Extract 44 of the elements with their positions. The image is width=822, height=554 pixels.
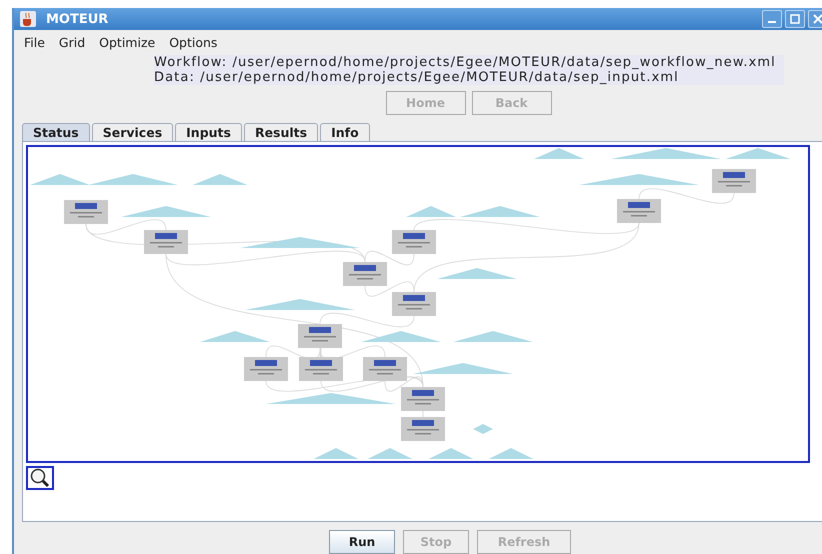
input-node (428, 448, 474, 459)
menu-item[interactable]: Optimize (99, 35, 156, 50)
minimize-icon (768, 21, 776, 23)
process-node (401, 387, 445, 411)
input-node (192, 174, 248, 185)
input-node (406, 206, 456, 217)
output-node (473, 424, 493, 434)
process-node (392, 292, 436, 316)
process-node (392, 230, 436, 254)
process-node (144, 230, 188, 254)
input-node (200, 331, 270, 342)
menu-item[interactable]: Grid (58, 35, 86, 50)
menu-item[interactable]: File (24, 35, 45, 50)
coffee-cup-icon (20, 11, 36, 27)
input-node (488, 448, 534, 459)
zoom-button[interactable] (26, 466, 54, 490)
input-node (314, 448, 358, 459)
data-path: Data: /user/epernod/home/projects/Egee/MOTEUR/data/sep_input.xml (154, 70, 680, 85)
input-node (368, 448, 412, 459)
action-button[interactable]: Run (329, 530, 395, 554)
input-node (726, 148, 790, 159)
process-node (64, 200, 108, 224)
process-node (244, 357, 288, 381)
menu-item[interactable]: Options (169, 35, 218, 50)
process-node (401, 417, 445, 441)
tab[interactable]: Info (320, 123, 370, 141)
tab[interactable]: Status (22, 123, 90, 141)
process-node (298, 324, 342, 348)
workflow-path: Workflow: /user/epernod/home/projects/Egee/MOTEUR/data/sep_workflow_new.xml (154, 55, 777, 70)
close-button[interactable] (808, 10, 822, 28)
close-icon (812, 13, 822, 25)
tab[interactable]: Services (92, 123, 174, 141)
tab[interactable]: Results (244, 123, 318, 141)
input-node (534, 148, 584, 159)
maximize-button[interactable] (785, 10, 805, 28)
process-node (343, 262, 387, 286)
process-node (617, 199, 661, 223)
maximize-icon (789, 13, 801, 25)
process-node (712, 169, 756, 193)
process-node (299, 357, 343, 381)
minimize-button[interactable] (762, 10, 782, 28)
window-title: MOTEUR (46, 12, 108, 26)
tab[interactable]: Inputs (175, 123, 242, 141)
process-node (363, 357, 407, 381)
